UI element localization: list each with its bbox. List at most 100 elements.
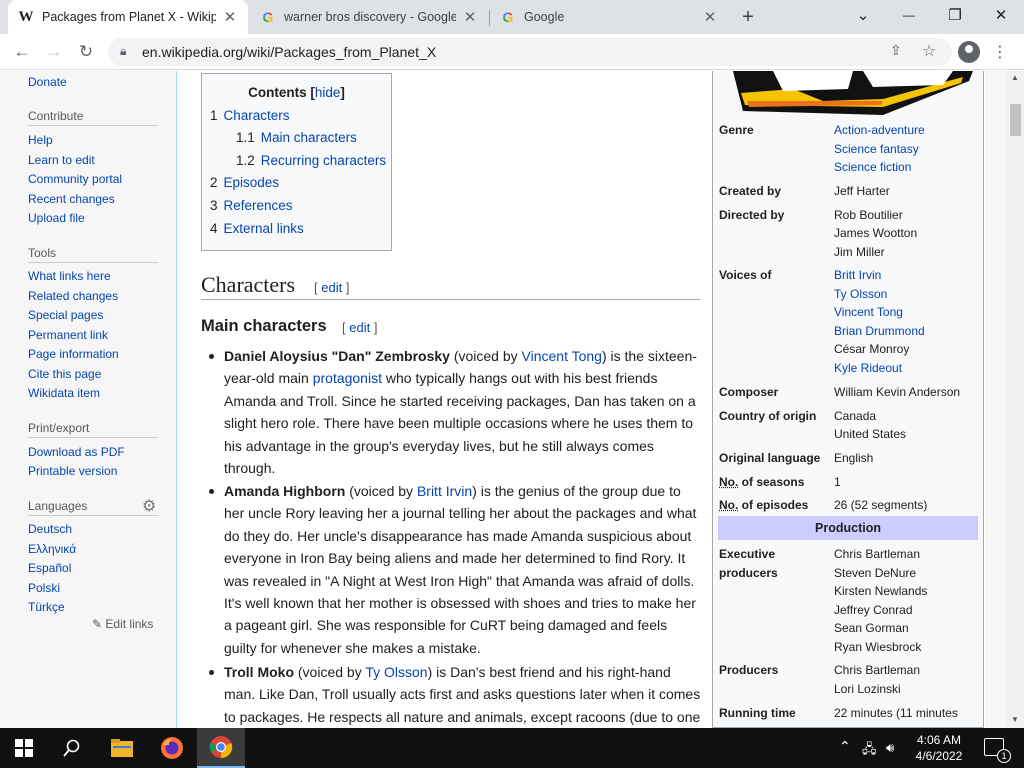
tab-google-search[interactable]: G warner bros discovery - Google S ✕ — [250, 0, 488, 34]
infobox-value[interactable]: Action-adventure — [834, 121, 925, 140]
kebab-menu-icon[interactable]: ⋮ — [992, 42, 1008, 62]
subsection-edit-link[interactable]: [ edit ] — [342, 320, 377, 335]
voice-actor-link[interactable]: Britt Irvin — [417, 483, 472, 499]
sidebar-link[interactable]: Page information — [28, 347, 119, 361]
text-run: (voiced by — [449, 348, 522, 364]
forward-arrow-icon[interactable]: → — [42, 40, 66, 64]
sidebar-link[interactable]: What links here — [28, 269, 111, 283]
infobox-value[interactable]: Science fiction — [834, 158, 911, 177]
toc-item-link[interactable]: External links — [224, 221, 304, 236]
infobox-value[interactable]: Brian Drummond — [834, 322, 925, 341]
sidebar-link[interactable]: Permanent link — [28, 328, 108, 342]
vertical-scrollbar[interactable]: ▲ ▼ — [1007, 71, 1024, 728]
infobox-link[interactable]: Ty Olsson — [834, 287, 887, 301]
section-edit-link[interactable]: [ edit ] — [314, 280, 349, 295]
sidebar-link[interactable]: Special pages — [28, 308, 103, 322]
toc-item[interactable]: 2 Episodes — [210, 175, 279, 190]
toc-item[interactable]: 1.2 Recurring characters — [236, 153, 386, 168]
list-bullet — [209, 670, 214, 675]
infobox-value[interactable]: Ty Olsson — [834, 285, 887, 304]
tab-close-icon[interactable]: ✕ — [462, 8, 478, 26]
infobox-link[interactable]: Science fantasy — [834, 142, 919, 156]
lock-icon[interactable]: 🔒︎ — [120, 44, 126, 59]
sidebar-language-link[interactable]: Türkçe — [28, 600, 65, 614]
edit-link-text[interactable]: edit — [349, 320, 370, 335]
sidebar-link[interactable]: Help — [28, 133, 53, 147]
back-arrow-icon[interactable]: ← — [10, 40, 34, 64]
voice-actor-link[interactable]: Vincent Tong — [522, 348, 602, 364]
edit-link-text[interactable]: edit — [321, 280, 342, 295]
sidebar-language-link[interactable]: Español — [28, 561, 71, 575]
sidebar-language-link[interactable]: Ελληνικά — [28, 542, 76, 556]
volume-icon[interactable]: 🔊︎ — [886, 740, 894, 756]
show-hidden-icons-chevron-icon[interactable]: ⌃ — [839, 738, 851, 755]
sidebar-link[interactable]: Printable version — [28, 464, 117, 478]
magnifier-glyph — [63, 739, 80, 757]
address-bar[interactable]: 🔒︎ en.wikipedia.org/wiki/Packages_from_P… — [108, 38, 952, 66]
start-button[interactable] — [0, 728, 48, 768]
sidebar-link[interactable]: Recent changes — [28, 192, 115, 206]
infobox-value: Ryan Wiesbrock — [834, 639, 922, 654]
infobox-link[interactable]: Kyle Rideout — [834, 361, 902, 375]
voice-actor-link[interactable]: Ty Olsson — [365, 664, 427, 680]
scrollbar-thumb[interactable] — [1010, 104, 1021, 136]
infobox-value[interactable]: Britt Irvin — [834, 266, 881, 285]
chrome-icon[interactable] — [197, 728, 245, 768]
close-window-button[interactable]: ✕ — [978, 0, 1024, 30]
firefox-icon[interactable] — [148, 728, 196, 768]
url-text[interactable]: en.wikipedia.org/wiki/Packages_from_Plan… — [142, 44, 436, 60]
sidebar-language-link[interactable]: Deutsch — [28, 522, 72, 536]
sidebar-link[interactable]: Related changes — [28, 289, 118, 303]
toc-hide-link[interactable]: hide — [315, 85, 341, 100]
infobox-value[interactable]: Vincent Tong — [834, 303, 903, 322]
sidebar-link[interactable]: Community portal — [28, 172, 122, 186]
toc-item-link[interactable]: Episodes — [224, 175, 280, 190]
infobox-link[interactable]: Science fiction — [834, 160, 911, 174]
bookmark-star-icon[interactable]: ☆ — [922, 41, 936, 61]
scroll-up-arrow-icon[interactable]: ▲ — [1011, 73, 1019, 82]
tab-close-icon[interactable]: ✕ — [222, 8, 238, 26]
infobox-link[interactable]: Brian Drummond — [834, 324, 925, 338]
toc-item-link[interactable]: Characters — [224, 108, 290, 123]
infobox-value[interactable]: Science fantasy — [834, 140, 919, 159]
sidebar-language-link[interactable]: Polski — [28, 581, 60, 595]
infobox-link[interactable]: Britt Irvin — [834, 268, 881, 282]
toc-item[interactable]: 1.1 Main characters — [236, 130, 357, 145]
toc-item[interactable]: 3 References — [210, 198, 293, 213]
scroll-down-arrow-icon[interactable]: ▼ — [1011, 715, 1019, 724]
toc-item-link[interactable]: Recurring characters — [261, 153, 386, 168]
notification-count-badge: 1 — [997, 749, 1011, 763]
infobox-value[interactable]: Kyle Rideout — [834, 359, 902, 378]
sidebar-link[interactable]: Cite this page — [28, 367, 101, 381]
tab-google[interactable]: G Google ✕ — [490, 0, 728, 34]
tab-close-icon[interactable]: ✕ — [702, 8, 718, 26]
sidebar-link-donate[interactable]: Donate — [28, 75, 67, 89]
toc-item[interactable]: 4 External links — [210, 221, 304, 236]
tab-search-chevron-icon[interactable]: ⌄ — [840, 0, 886, 30]
toc-item-link[interactable]: References — [224, 198, 293, 213]
infobox-link[interactable]: Action-adventure — [834, 123, 925, 137]
restore-button[interactable]: ❐ — [932, 0, 978, 30]
new-tab-button[interactable]: + — [736, 5, 760, 29]
search-icon[interactable] — [48, 728, 96, 768]
protagonist-link[interactable]: protagonist — [313, 370, 382, 386]
language-settings-gear-icon[interactable]: ⚙ — [142, 496, 156, 516]
infobox-link[interactable]: Vincent Tong — [834, 305, 903, 319]
notification-center-icon[interactable]: 1 — [984, 738, 1011, 763]
network-icon[interactable]: 🖧︎ — [862, 740, 877, 762]
tab-wikipedia[interactable]: W Packages from Planet X - Wikipe ✕ — [8, 0, 248, 34]
minimize-button[interactable]: — — [886, 0, 932, 30]
system-clock[interactable]: 4:06 AM 4/6/2022 — [900, 732, 978, 764]
file-explorer-icon[interactable] — [98, 728, 146, 768]
sidebar-link[interactable]: Upload file — [28, 211, 85, 225]
edit-links-button[interactable]: ✎ Edit links — [92, 617, 153, 631]
profile-avatar-icon[interactable] — [958, 41, 980, 63]
reload-icon[interactable]: ↻ — [74, 40, 98, 64]
sidebar-link[interactable]: Download as PDF — [28, 445, 125, 459]
toc-item-link[interactable]: Main characters — [261, 130, 357, 145]
tab-title: warner bros discovery - Google S — [284, 10, 456, 24]
toc-item[interactable]: 1 Characters — [210, 108, 290, 123]
sidebar-link[interactable]: Wikidata item — [28, 386, 100, 400]
share-icon[interactable]: ⇪ — [890, 42, 902, 59]
sidebar-link[interactable]: Learn to edit — [28, 153, 95, 167]
